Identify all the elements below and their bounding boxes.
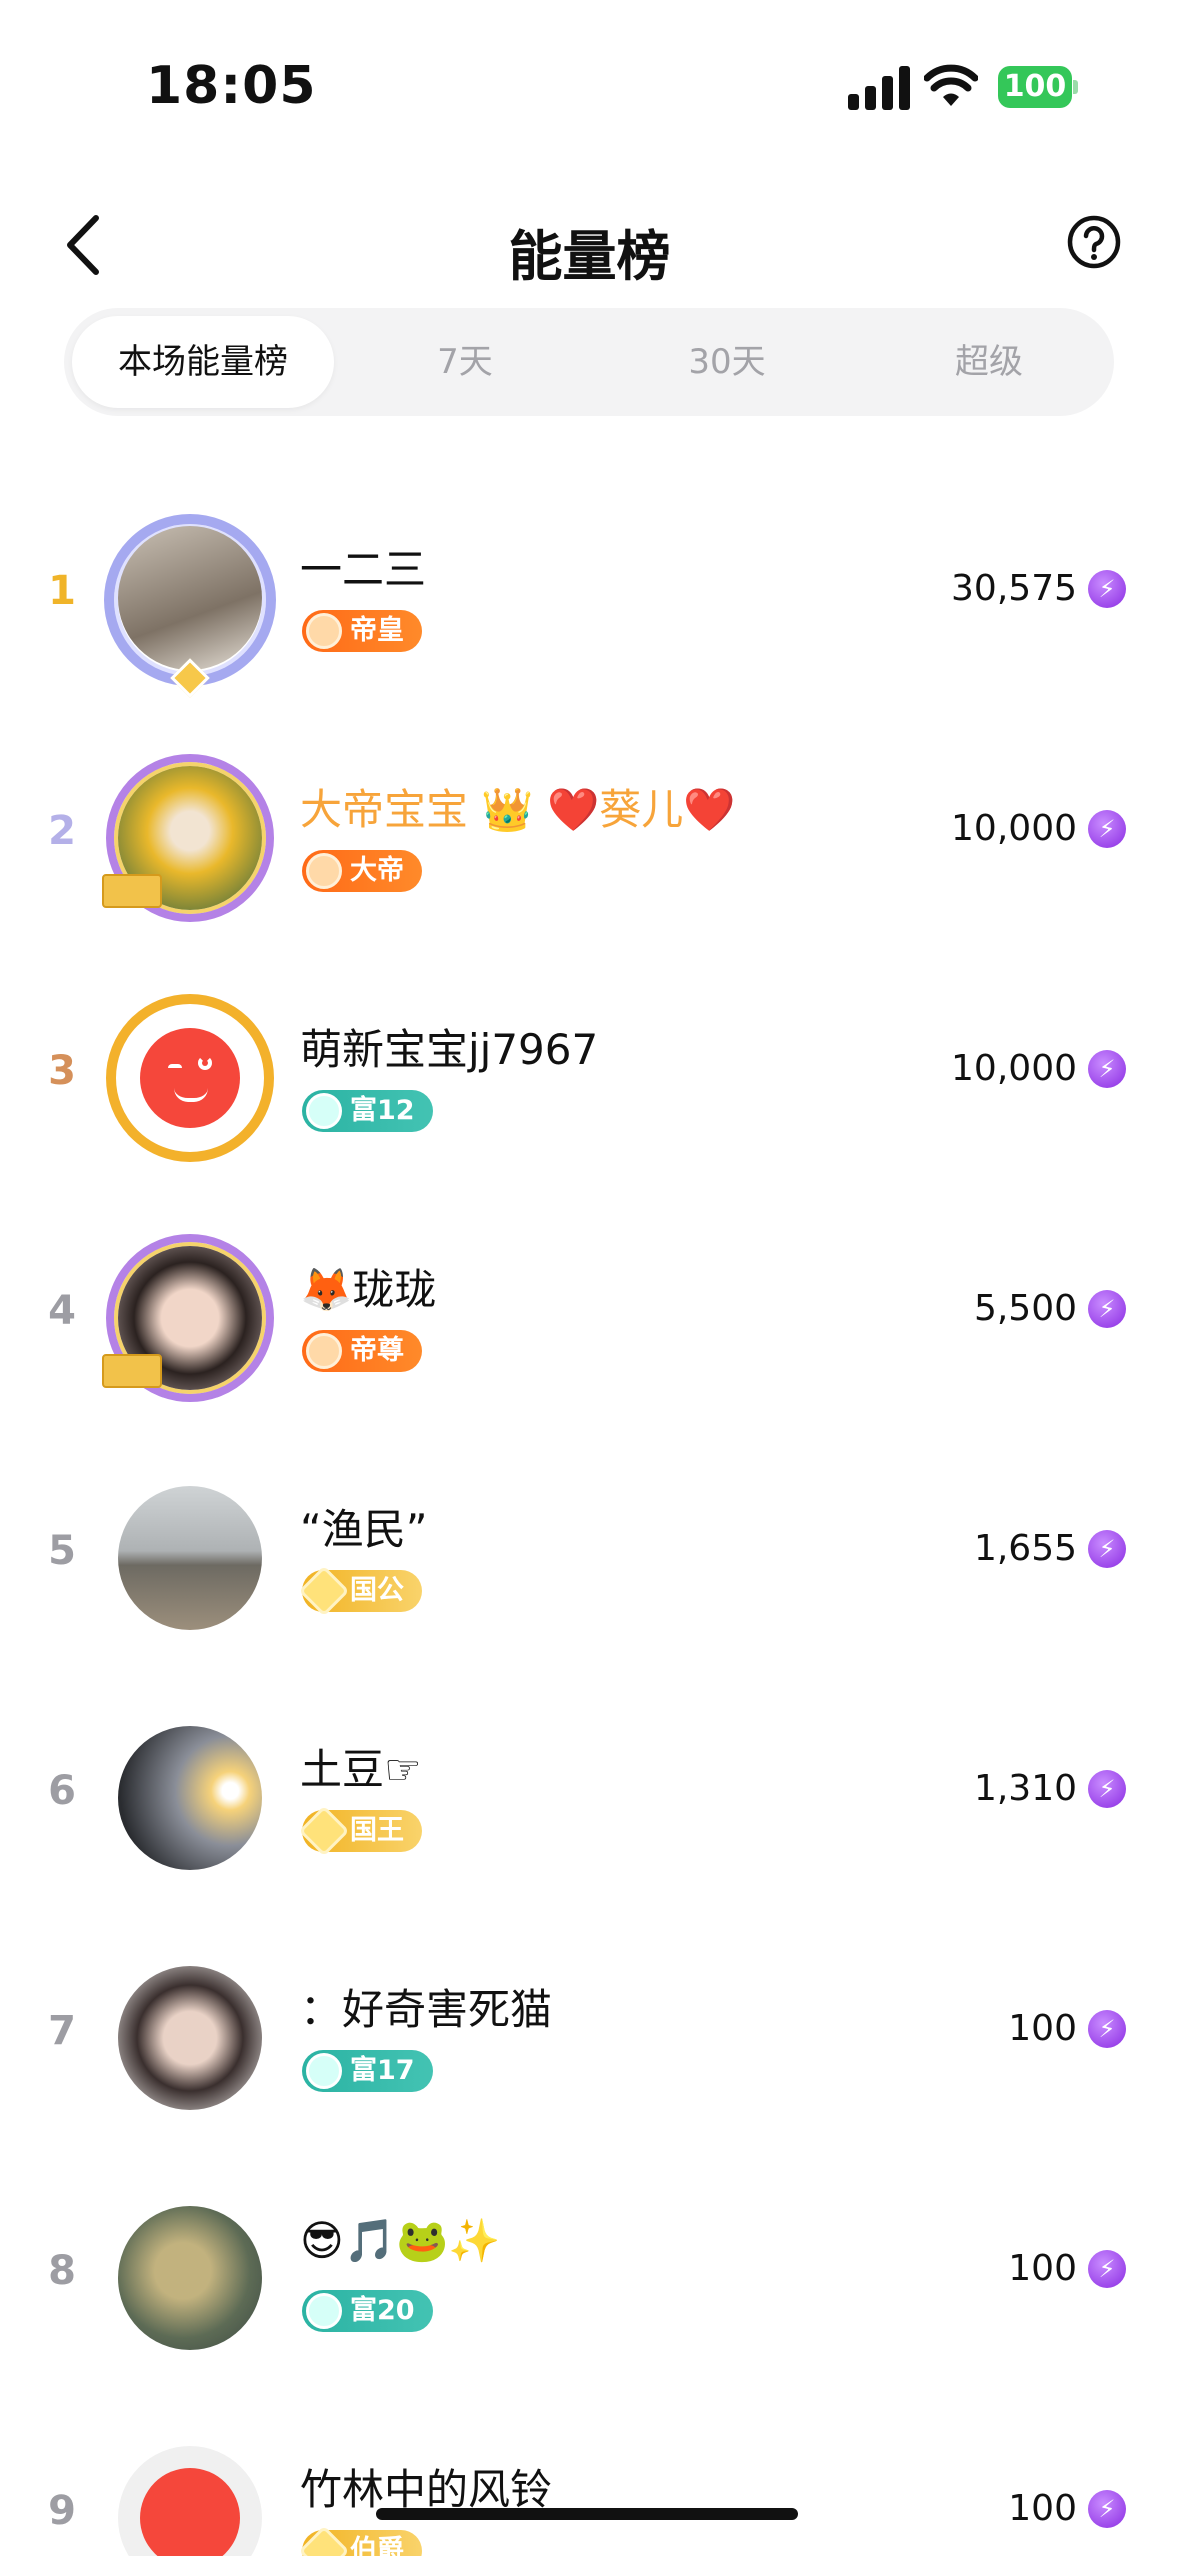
list-item[interactable]: 5 “渔民” 国公 1,655 ⚡ [0,1438,1179,1678]
page-title: 能量榜 [508,225,671,288]
lightning-bolt-icon: ⚡ [1088,1290,1126,1328]
list-item[interactable]: 7 ：好奇害死猫 富17 100 ⚡ [0,1918,1179,2158]
battery-icon: 100 [998,66,1078,108]
user-name: 一二三 [300,545,427,594]
status-bar: 18:05 100 [0,0,1179,160]
rank-number: 6 [48,1768,76,1814]
energy-score: 5,500 [973,1288,1077,1329]
tab-7-days[interactable]: 7天 [334,316,596,408]
level-badge: 富20 [302,2290,433,2332]
avatar [104,514,276,698]
badge-label: 伯爵 [350,2535,404,2556]
signal-icon [848,66,910,110]
lightning-bolt-icon: ⚡ [1088,2250,1126,2288]
avatar [110,2198,270,2358]
lightning-bolt-icon: ⚡ [1088,810,1126,848]
energy-score: 1,655 [973,1528,1077,1569]
rank-number: 3 [48,1048,76,1094]
user-name: 大帝宝宝 👑 ❤️葵儿❤️ [300,785,736,834]
badge-label: 国王 [350,1815,404,1846]
status-time: 18:05 [146,56,317,116]
tab-30-days[interactable]: 30天 [596,316,858,408]
level-badge: 帝皇 [302,610,422,652]
avatar [110,1958,270,2118]
avatar [110,1718,270,1878]
user-name: ：好奇害死猫 [300,1985,553,2034]
rank-number: 4 [48,1288,76,1334]
level-badge: 大帝 [302,850,422,892]
user-name: 土豆☞ [300,1745,422,1794]
badge-label: 国公 [350,1575,404,1606]
lightning-bolt-icon: ⚡ [1088,1770,1126,1808]
avatar [110,1478,270,1638]
energy-ranking-screen: 18:05 100 能量榜 本场能量榜 7天 30天 超级 1 一二三 帝皇 3… [0,0,1179,2556]
nav-bar: 能量榜 [0,190,1179,300]
level-badge: 伯爵 [298,2525,422,2556]
energy-score: 100 [1008,2248,1077,2289]
list-item[interactable]: 6 土豆☞ 国王 1,310 ⚡ [0,1678,1179,1918]
level-badge: 富17 [302,2050,433,2092]
avatar [106,994,274,1162]
wifi-icon [924,64,978,106]
level-badge: 帝尊 [302,1330,422,1372]
badge-label: 大帝 [350,855,404,886]
home-indicator[interactable] [376,2508,798,2520]
lightning-bolt-icon: ⚡ [1088,2490,1126,2528]
lightning-bolt-icon: ⚡ [1088,570,1126,608]
list-item[interactable]: 4 🦊珑珑 帝尊 5,500 ⚡ [0,1198,1179,1438]
avatar [102,1234,274,1402]
user-name: “渔民” [300,1505,428,1554]
tab-current-session[interactable]: 本场能量榜 [72,316,334,408]
lightning-bolt-icon: ⚡ [1088,2010,1126,2048]
rank-number: 5 [48,1528,76,1574]
badge-label: 富20 [350,2295,415,2326]
energy-score: 30,575 [951,568,1077,609]
level-badge: 富12 [302,1090,433,1132]
battery-level: 100 [998,66,1072,108]
level-badge: 国王 [298,1805,422,1857]
rank-number: 8 [48,2248,76,2294]
list-item[interactable]: 9 竹林中的风铃 伯爵 100 ⚡ [0,2398,1179,2556]
badge-label: 帝尊 [350,1335,404,1366]
badge-label: 富12 [350,1095,415,1126]
badge-label: 富17 [350,2055,415,2086]
lightning-bolt-icon: ⚡ [1088,1050,1126,1088]
avatar [110,2438,270,2556]
badge-label: 帝皇 [350,615,404,646]
user-name: 🦊珑珑 [300,1265,437,1314]
user-name: 😎🎵🐸✨ [300,2216,501,2265]
list-item[interactable]: 1 一二三 帝皇 30,575 ⚡ [0,478,1179,718]
user-name: 萌新宝宝jj7967 [300,1025,599,1074]
rank-number: 2 [48,808,76,854]
period-tabs: 本场能量榜 7天 30天 超级 [64,308,1114,416]
rank-number: 7 [48,2008,76,2054]
rank-number: 1 [48,568,76,614]
list-item[interactable]: 3 萌新宝宝jj7967 富12 10,000 ⚡ [0,958,1179,1198]
list-item[interactable]: 2 大帝宝宝 👑 ❤️葵儿❤️ 大帝 10,000 ⚡ [0,718,1179,958]
energy-score: 100 [1008,2488,1077,2529]
tab-super[interactable]: 超级 [858,316,1120,408]
rank-number: 9 [48,2488,76,2534]
energy-score: 10,000 [951,808,1077,849]
level-badge: 国公 [298,1565,422,1617]
energy-score: 100 [1008,2008,1077,2049]
list-item[interactable]: 8 😎🎵🐸✨ 富20 100 ⚡ [0,2158,1179,2398]
energy-score: 1,310 [973,1768,1077,1809]
lightning-bolt-icon: ⚡ [1088,1530,1126,1568]
avatar [102,754,274,922]
help-button[interactable] [1066,214,1122,270]
energy-score: 10,000 [951,1048,1077,1089]
